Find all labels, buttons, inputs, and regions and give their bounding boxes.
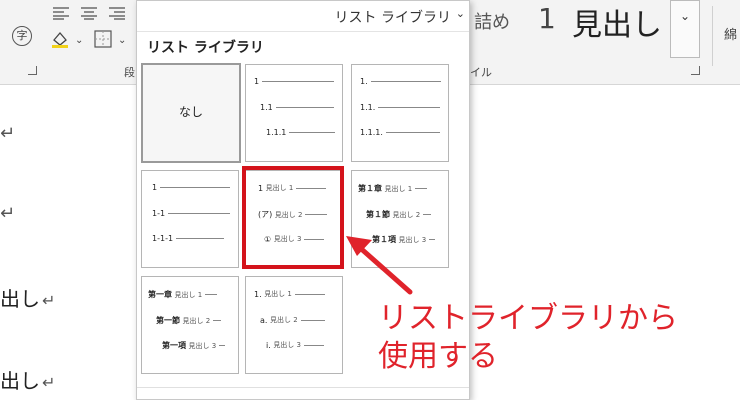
callout-annotation: リストライブラリから 使用する [378,300,678,376]
callout-line-2: 使用する [378,339,498,374]
callout-line-1: リストライブラリから [378,301,678,336]
